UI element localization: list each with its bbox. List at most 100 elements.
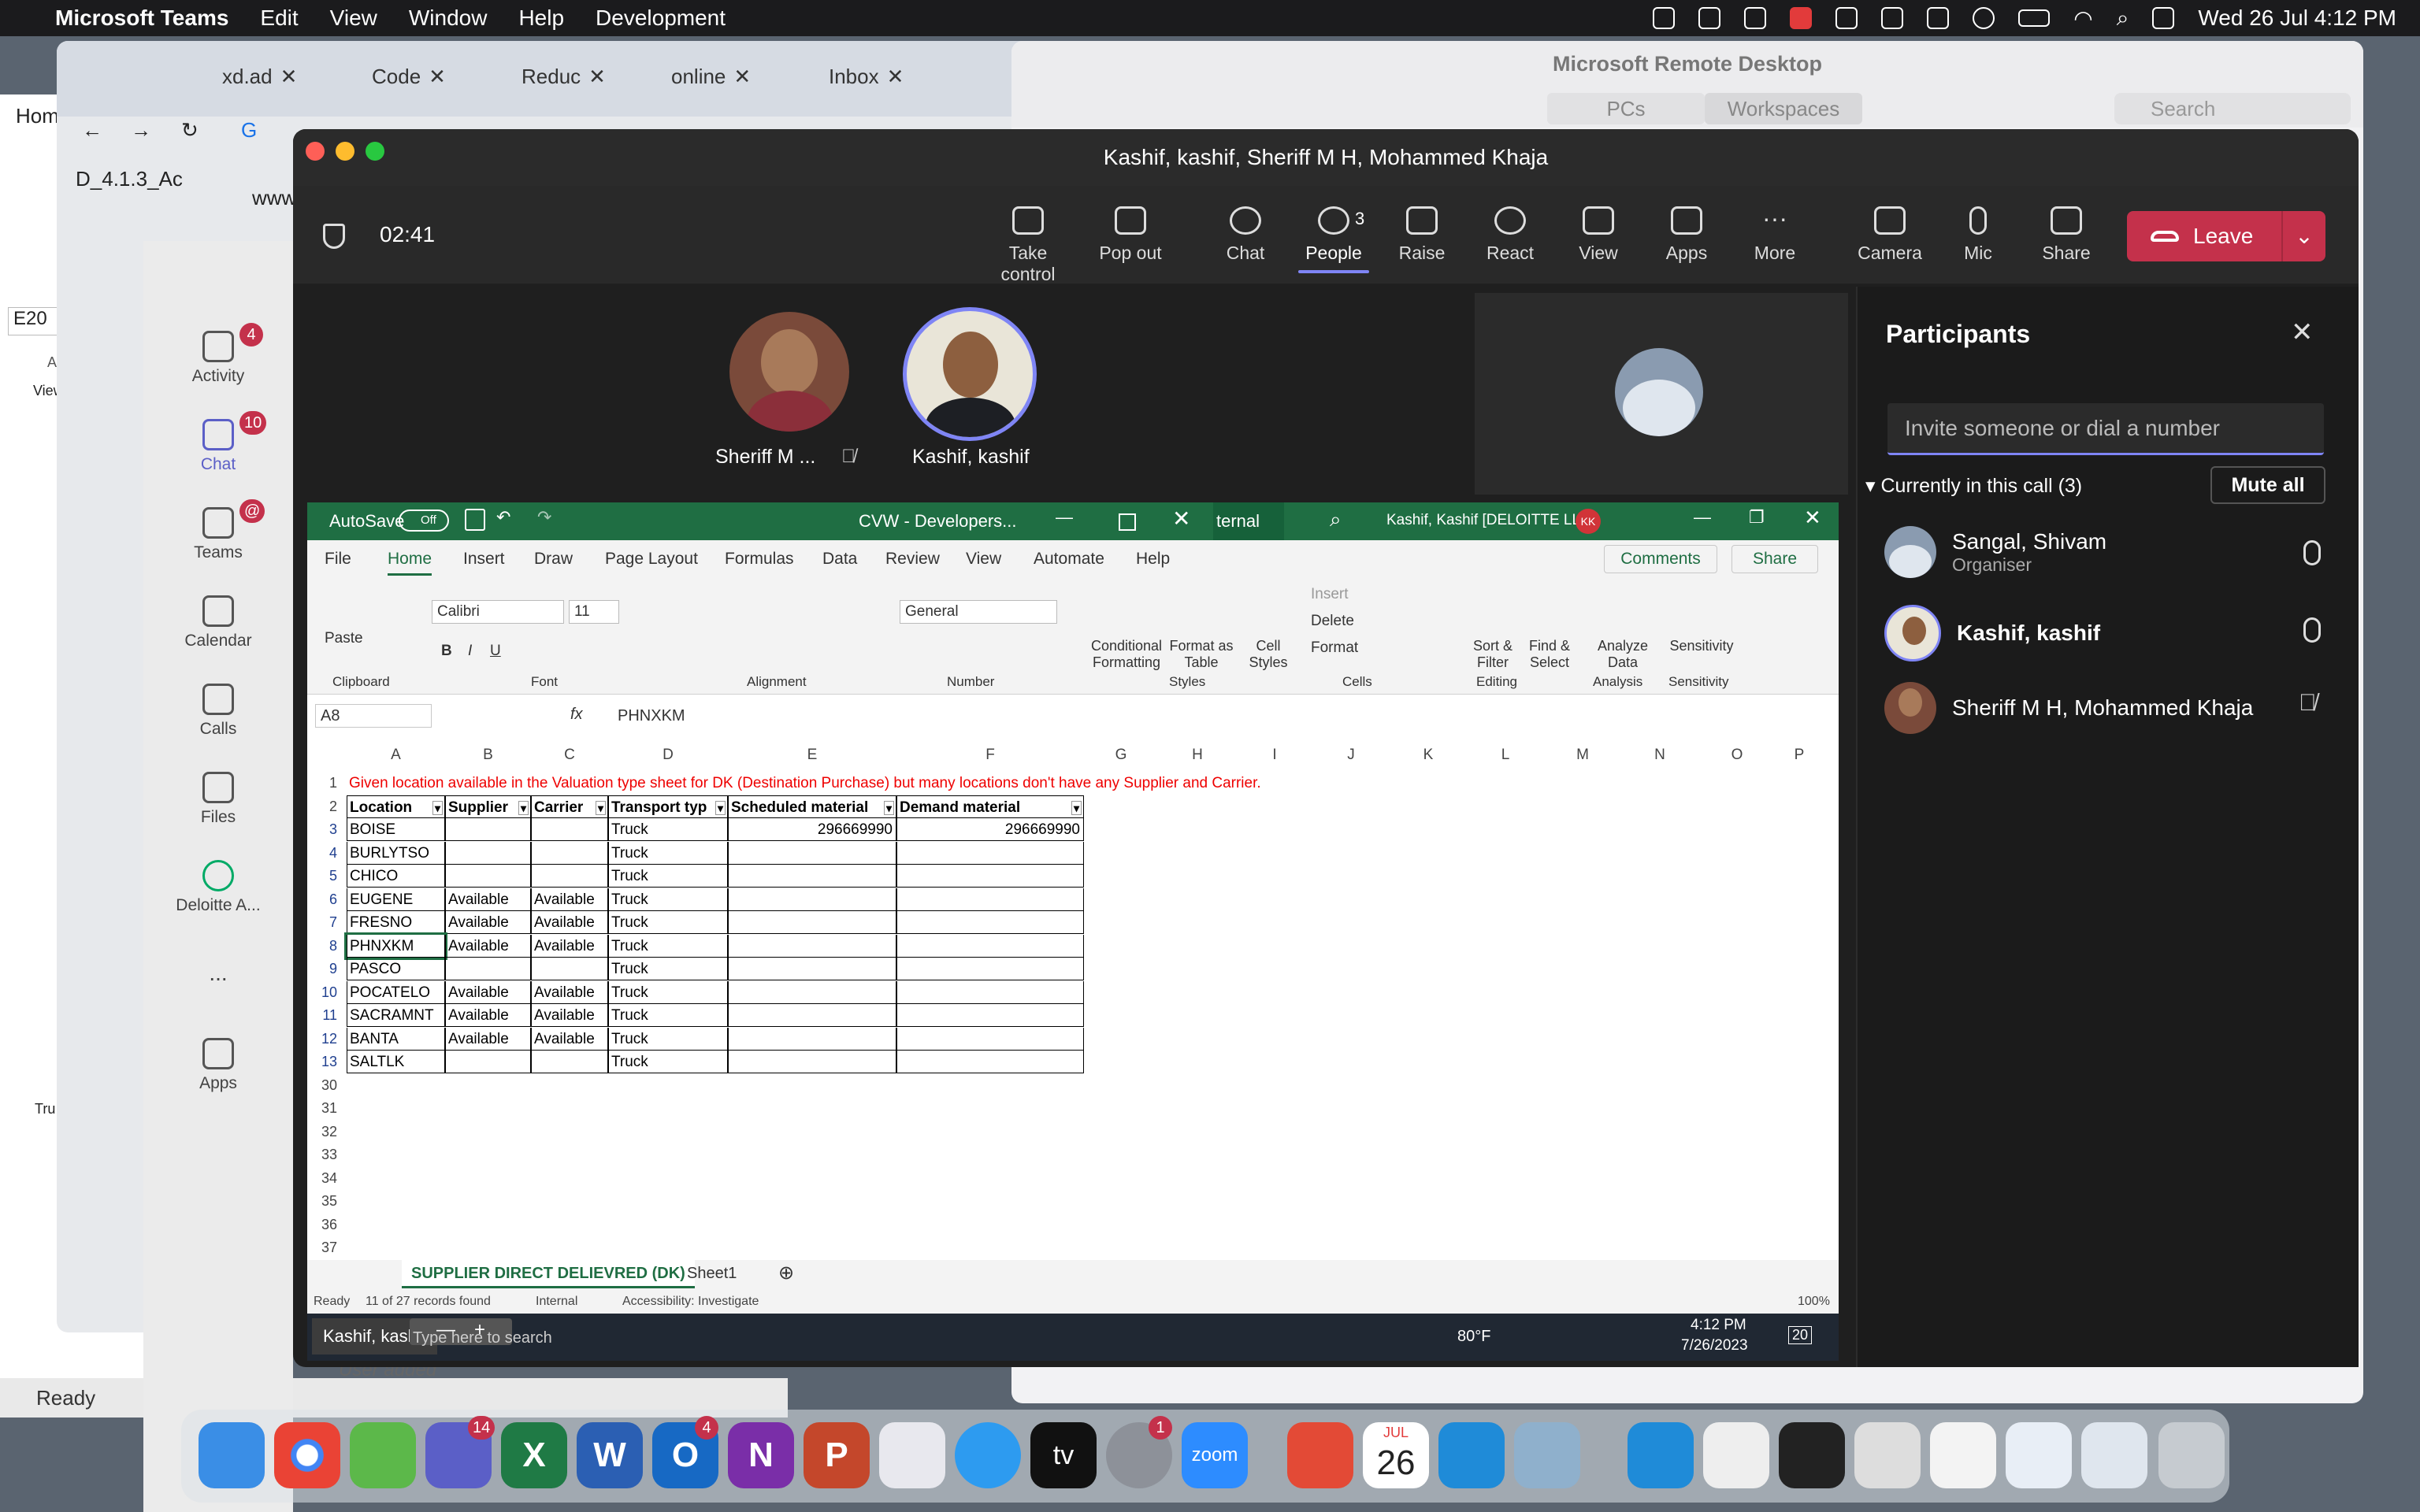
table-cell[interactable] (728, 934, 896, 958)
menu-app-name[interactable]: Microsoft Teams (55, 6, 228, 31)
analyze-data-button[interactable]: Analyze Data (1591, 638, 1654, 671)
notification-badge[interactable]: 20 (1788, 1326, 1813, 1344)
bookmark-item[interactable]: D_4.1.3_Ac (76, 167, 183, 191)
battery-icon[interactable] (2018, 9, 2051, 27)
table-cell[interactable] (896, 911, 1084, 934)
table-cell[interactable]: PHNXKM (344, 932, 447, 960)
minimize-window-button[interactable] (336, 142, 354, 161)
table-cell[interactable] (445, 865, 531, 888)
people-button[interactable]: 3 People (1286, 206, 1381, 273)
table-cell[interactable]: Truck (608, 911, 728, 934)
sidebar-item-activity[interactable]: Activity 4 (143, 323, 293, 386)
formula-input[interactable]: PHNXKM (618, 707, 685, 725)
close-icon[interactable]: ✕ (2291, 317, 2314, 348)
number-format-select[interactable]: General (900, 600, 1057, 624)
table-cell[interactable]: POCATELO (347, 980, 445, 1004)
undo-icon[interactable]: ↶ (496, 507, 510, 528)
table-cell[interactable]: 296669990 (728, 818, 896, 841)
table-cell[interactable] (728, 888, 896, 911)
taskbar-time[interactable]: 4:12 PM (1691, 1317, 1746, 1334)
conditional-formatting-button[interactable]: Conditional Formatting (1087, 638, 1166, 671)
table-cell[interactable] (728, 1051, 896, 1073)
table-cell[interactable] (728, 1027, 896, 1051)
taskbar-search[interactable]: Type here to search (413, 1329, 552, 1347)
home-tab[interactable]: Hom (16, 104, 59, 128)
tab-view[interactable]: View (966, 550, 1001, 569)
table-cell[interactable] (896, 1027, 1084, 1051)
table-cell[interactable]: Available (531, 888, 608, 911)
table-cell[interactable]: BURLYTSO (347, 841, 445, 865)
table-cell[interactable] (728, 980, 896, 1004)
table-cell[interactable] (896, 841, 1084, 865)
taskbar-date[interactable]: 7/26/2023 (1681, 1337, 1748, 1354)
table-cell[interactable]: Truck (608, 1004, 728, 1027)
table-cell[interactable]: Available (531, 934, 608, 958)
sidebar-item-calls[interactable]: Calls (143, 684, 293, 739)
react-button[interactable]: React (1463, 206, 1557, 264)
apple-tv-icon[interactable]: tv (1030, 1422, 1097, 1488)
table-cell[interactable] (728, 865, 896, 888)
sensitivity-label[interactable]: ternal (1213, 502, 1284, 540)
filter-dropdown-icon[interactable]: ▾ (595, 800, 606, 815)
table-cell[interactable] (531, 841, 608, 865)
mute-all-button[interactable]: Mute all (2210, 466, 2325, 504)
sidebar-item-teams[interactable]: Teams @ (143, 499, 293, 562)
tab-insert[interactable]: Insert (463, 550, 505, 569)
leave-button[interactable]: Leave ⌄ (2127, 211, 2325, 261)
more-button[interactable]: ··· More (1728, 206, 1822, 264)
table-cell[interactable]: Truck (608, 818, 728, 841)
sidebar-more[interactable]: ... (143, 961, 293, 986)
tab-file[interactable]: File (325, 550, 351, 569)
word-app-icon[interactable]: W (577, 1422, 643, 1488)
table-cell[interactable]: CHICO (347, 865, 445, 888)
table-cell[interactable]: Truck (608, 888, 728, 911)
in-call-section[interactable]: ▾ Currently in this call (3) (1865, 474, 2082, 498)
table-cell[interactable] (896, 1051, 1084, 1073)
chevron-down-icon[interactable]: ⌄ (2281, 211, 2325, 261)
search-icon[interactable]: ⌕ (2117, 6, 2129, 32)
table-cell[interactable]: Available (531, 911, 608, 934)
tab-draw[interactable]: Draw (534, 550, 573, 569)
invite-input[interactable]: Invite someone or dial a number (1887, 403, 2324, 455)
table-cell[interactable] (896, 980, 1084, 1004)
excel-minimize-icon[interactable]: — (1694, 507, 1711, 528)
table-cell[interactable]: BANTA (347, 1027, 445, 1051)
chrome-tab[interactable]: Inbox ✕ (829, 55, 904, 98)
camera-button[interactable]: Camera (1843, 206, 1937, 264)
table-cell[interactable]: Available (445, 1004, 531, 1027)
extension-icon[interactable] (1698, 7, 1721, 29)
format-as-table-button[interactable]: Format as Table (1166, 638, 1237, 671)
tab-automate[interactable]: Automate (1034, 550, 1104, 569)
sort-filter-button[interactable]: Sort & Filter (1465, 638, 1520, 671)
close-icon[interactable]: ✕ (1172, 506, 1190, 532)
paste-button[interactable]: Paste (325, 630, 363, 647)
menu-window[interactable]: Window (409, 6, 488, 31)
sidebar-item-deloitte[interactable]: Deloitte A... (143, 860, 293, 915)
table-cell[interactable] (531, 865, 608, 888)
rd-search[interactable]: Search (2114, 93, 2351, 124)
lock-app-icon[interactable] (350, 1422, 416, 1488)
calendar-app-icon[interactable]: JUL 26 (1363, 1422, 1429, 1488)
table-cell[interactable] (728, 1004, 896, 1027)
filter-dropdown-icon[interactable]: ▾ (432, 800, 443, 815)
delete-button[interactable]: Delete (1311, 613, 1354, 630)
sidebar-item-apps[interactable]: Apps (143, 1038, 293, 1093)
table-cell[interactable]: Available (531, 980, 608, 1004)
apps-button[interactable]: Apps (1639, 206, 1734, 264)
rd-tab-workspaces[interactable]: Workspaces (1705, 93, 1862, 124)
chrome-icon[interactable] (274, 1422, 340, 1488)
remote-desktop-icon[interactable] (1287, 1422, 1353, 1488)
control-center-icon[interactable] (2152, 7, 2175, 29)
maximize-icon[interactable] (1119, 513, 1136, 531)
table-cell[interactable] (531, 1051, 608, 1073)
table-cell[interactable] (531, 958, 608, 980)
reload-icon[interactable]: ↻ (181, 118, 199, 143)
search-icon[interactable]: ⌕ (1330, 507, 1342, 532)
menu-view[interactable]: View (330, 6, 377, 31)
window-thumb[interactable] (1779, 1422, 1845, 1488)
participant-row[interactable]: Sangal, Shivam Organiser (1884, 526, 2106, 578)
system-settings-icon[interactable]: 1 (1106, 1416, 1172, 1488)
wifi-icon[interactable]: ◠ (2073, 6, 2092, 32)
table-cell[interactable]: SACRAMNT (347, 1004, 445, 1027)
teams-app-icon[interactable]: 14 (425, 1416, 496, 1488)
